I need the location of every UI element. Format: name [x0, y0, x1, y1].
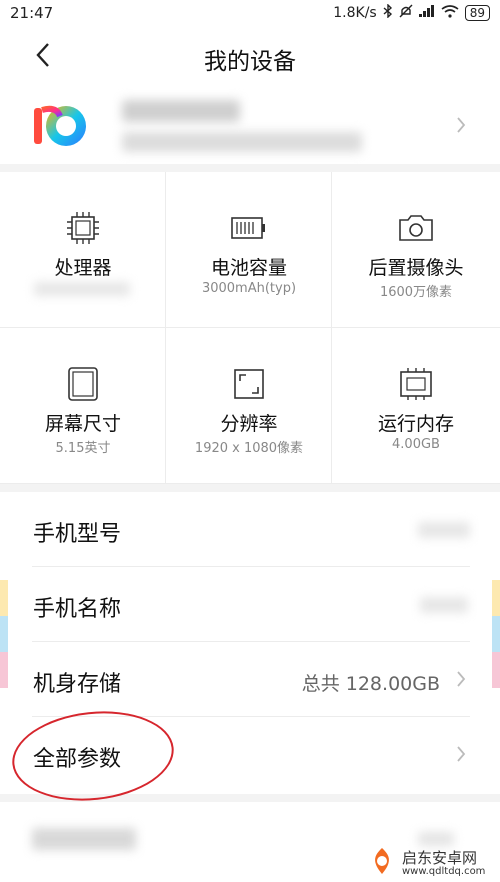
spec-label: 后置摄像头 — [368, 257, 464, 279]
spec-value: 1920 x 1080像素 — [194, 441, 304, 456]
spec-cell-battery[interactable]: 电池容量 3000mAh(typ) — [166, 172, 332, 328]
miui-logo — [30, 102, 90, 150]
resolution-icon — [229, 364, 269, 404]
spec-label: 屏幕尺寸 — [44, 413, 121, 435]
title-bar: 我的设备 — [0, 26, 500, 88]
spec-cell-screen[interactable]: 屏幕尺寸 5.15英寸 — [0, 328, 166, 484]
chevron-right-icon — [456, 745, 466, 767]
network-speed: 1.8K/s — [333, 5, 377, 21]
bottom-value-obscured — [418, 832, 454, 846]
camera-icon — [396, 208, 436, 248]
edge-strip — [492, 580, 500, 616]
spec-label: 电池容量 — [210, 257, 287, 279]
page-title: 我的设备 — [204, 49, 296, 75]
spec-label: 处理器 — [54, 257, 112, 279]
chevron-right-icon — [456, 116, 466, 138]
edge-strip — [492, 616, 500, 652]
device-info-obscured — [122, 132, 362, 152]
chevron-right-icon — [456, 670, 466, 692]
spec-cell-ram[interactable]: 运行内存 4.00GB — [332, 328, 500, 484]
watermark-logo-icon — [368, 846, 396, 880]
spec-value: 1600万像素 — [379, 285, 453, 300]
bluetooth-icon — [383, 3, 393, 22]
watermark: 启东安卓网 www.qdltdq.com — [368, 846, 485, 880]
spec-label: 分辨率 — [220, 413, 278, 435]
signal-icon — [418, 5, 435, 21]
model-value-obscured — [418, 522, 470, 538]
edge-strip — [0, 580, 8, 616]
spec-cell-cpu[interactable]: 处理器 — [0, 172, 166, 328]
spec-value: 3000mAh(typ) — [201, 281, 297, 296]
spec-value-obscured — [34, 282, 130, 296]
watermark-url: www.qdltdq.com — [402, 865, 486, 877]
battery-icon — [229, 208, 269, 248]
mute-icon — [399, 4, 413, 22]
edge-strip — [0, 652, 8, 688]
edge-strip — [492, 652, 500, 688]
spec-value: 5.15英寸 — [55, 441, 111, 456]
ram-icon — [396, 364, 436, 404]
spec-label: 运行内存 — [377, 413, 454, 435]
watermark-name: 启东安卓网 — [402, 848, 478, 867]
spec-grid: 处理器 电池容量 3000mAh(typ) 后置摄像头 1600万像素 屏幕尺寸… — [0, 172, 500, 484]
edge-strip — [0, 616, 8, 652]
device-name-obscured — [122, 100, 240, 122]
watermark-text-block: 启东安卓网 www.qdltdq.com — [402, 850, 485, 877]
list-item-model[interactable]: 手机型号 — [0, 492, 500, 567]
wifi-icon — [441, 4, 459, 22]
list-item-label: 手机名称 — [33, 597, 122, 622]
name-value-obscured — [420, 597, 468, 613]
list-item-storage[interactable]: 机身存储 总共 128.00GB — [0, 642, 500, 717]
spec-cell-resolution[interactable]: 分辨率 1920 x 1080像素 — [166, 328, 332, 484]
spec-value: 4.00GB — [392, 437, 440, 452]
spec-cell-camera[interactable]: 后置摄像头 1600万像素 — [332, 172, 500, 328]
screen-icon — [63, 364, 103, 404]
status-time: 21:47 — [10, 4, 54, 22]
status-icons: 1.8K/s 89 — [333, 3, 490, 22]
status-bar: 21:47 1.8K/s 89 — [0, 0, 500, 26]
device-card[interactable] — [0, 88, 500, 164]
cpu-icon — [63, 208, 103, 248]
list-item-name[interactable]: 手机名称 — [0, 567, 500, 642]
storage-value: 总共 128.00GB — [301, 673, 440, 695]
list-item-label: 手机型号 — [33, 522, 122, 547]
bottom-text-obscured — [32, 828, 136, 850]
battery-indicator: 89 — [464, 5, 490, 21]
list-item-label: 机身存储 — [33, 672, 122, 697]
